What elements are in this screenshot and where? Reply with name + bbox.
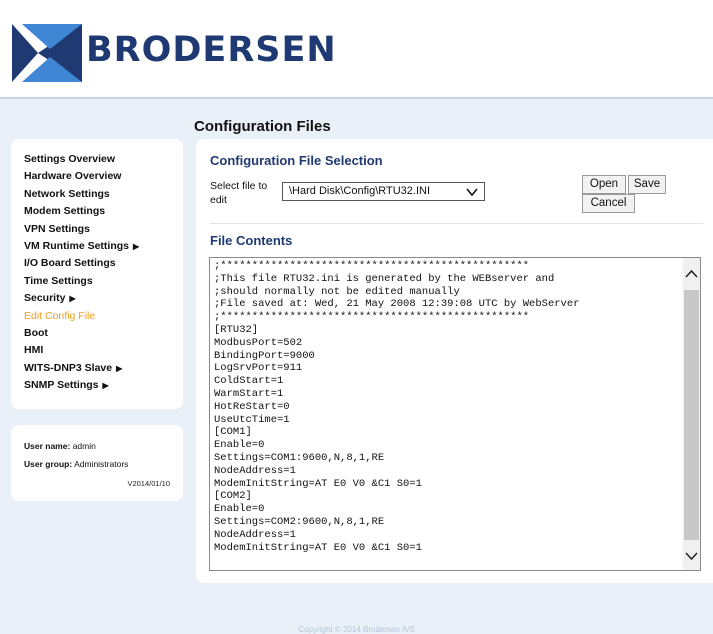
sidebar-item-label: I/O Board Settings xyxy=(24,257,116,270)
user-name-line: User name: admin xyxy=(24,441,96,451)
sidebar-item-snmp-settings[interactable]: SNMP Settings ▶ xyxy=(24,379,109,391)
sidebar-item-hardware-overview[interactable]: Hardware Overview xyxy=(24,170,121,182)
scroll-up-icon[interactable] xyxy=(683,266,700,283)
brodersen-logo-icon xyxy=(12,24,82,82)
sidebar-nav: Settings Overview Hardware Overview Networ… xyxy=(11,139,183,409)
sidebar-item-settings-overview[interactable]: Settings Overview xyxy=(24,153,115,165)
page-title: Configuration Files xyxy=(194,118,331,135)
sidebar-item-label: SNMP Settings xyxy=(24,379,99,392)
scroll-thumb[interactable] xyxy=(684,290,699,540)
sidebar-item-label: Boot xyxy=(24,327,48,339)
sidebar-item-hmi[interactable]: HMI xyxy=(24,344,43,356)
user-group-value: Administrators xyxy=(74,459,129,469)
sidebar-item-edit-config-file[interactable]: Edit Config File xyxy=(24,310,95,322)
sidebar-item-label: Hardware Overview xyxy=(24,170,122,183)
sidebar-item-label: VPN Settings xyxy=(24,222,90,235)
chevron-down-icon xyxy=(466,188,478,197)
sidebar-item-time-settings[interactable]: Time Settings xyxy=(24,275,93,287)
cancel-button[interactable]: Cancel xyxy=(582,194,635,213)
user-group-label: User group: xyxy=(24,459,73,469)
sidebar-item-network-settings[interactable]: Network Settings xyxy=(24,188,110,200)
file-select-dropdown[interactable]: \Hard Disk\Config\RTU32.INI xyxy=(282,182,485,201)
brand-name: BRODERSEN xyxy=(86,30,337,70)
selected-file-value: \Hard Disk\Config\RTU32.INI xyxy=(289,185,431,197)
file-contents-textarea[interactable]: ;***************************************… xyxy=(209,257,701,571)
contents-scrollbar[interactable] xyxy=(683,258,700,570)
main-panel: Configuration File Selection Select file… xyxy=(196,139,713,583)
sidebar-item-boot[interactable]: Boot xyxy=(24,327,48,339)
select-file-label: Select file to edit xyxy=(210,180,268,206)
scroll-down-icon[interactable] xyxy=(683,547,700,564)
user-name-label: User name: xyxy=(24,441,71,451)
sidebar-item-label: Network Settings xyxy=(24,187,110,200)
submenu-arrow-icon: ▶ xyxy=(102,381,109,391)
sidebar-item-label: HMI xyxy=(24,344,44,357)
user-info-panel: User name: admin User group: Administrat… xyxy=(11,425,183,501)
sidebar-item-modem-settings[interactable]: Modem Settings xyxy=(24,205,105,217)
user-group-line: User group: Administrators xyxy=(24,459,128,469)
save-button[interactable]: Save xyxy=(628,175,666,194)
submenu-arrow-icon: ▶ xyxy=(69,294,76,304)
sidebar-item-label: VM Runtime Settings xyxy=(24,240,130,252)
file-selection-title: Configuration File Selection xyxy=(210,153,383,168)
submenu-arrow-icon: ▶ xyxy=(133,242,140,251)
version-label: V2014/01/10 xyxy=(127,479,170,488)
sidebar-item-label: Time Settings xyxy=(24,274,93,287)
sidebar-item-vpn-settings[interactable]: VPN Settings xyxy=(24,223,90,235)
user-name-value: admin xyxy=(72,441,96,451)
sidebar-item-label: Settings Overview xyxy=(24,153,116,165)
sidebar-item-label: Security xyxy=(24,292,66,305)
file-contents-title: File Contents xyxy=(210,233,293,248)
sidebar-item-wits-dnp3-slave[interactable]: WITS-DNP3 Slave ▶ xyxy=(24,362,122,374)
sidebar-item-i-o-board-settings[interactable]: I/O Board Settings xyxy=(24,257,116,269)
sidebar-item-security[interactable]: Security ▶ xyxy=(24,292,76,304)
sidebar-item-label: Edit Config File xyxy=(24,309,96,322)
section-divider xyxy=(210,223,703,224)
header: BRODERSEN xyxy=(0,0,713,99)
sidebar-item-label: Modem Settings xyxy=(24,205,106,218)
sidebar-item-label: WITS-DNP3 Slave xyxy=(24,361,113,374)
file-contents-text: ;***************************************… xyxy=(214,260,580,554)
sidebar-item-vm-runtime-settings[interactable]: VM Runtime Settings ▶ xyxy=(24,240,139,252)
submenu-arrow-icon: ▶ xyxy=(116,363,123,373)
open-button[interactable]: Open xyxy=(582,175,626,194)
